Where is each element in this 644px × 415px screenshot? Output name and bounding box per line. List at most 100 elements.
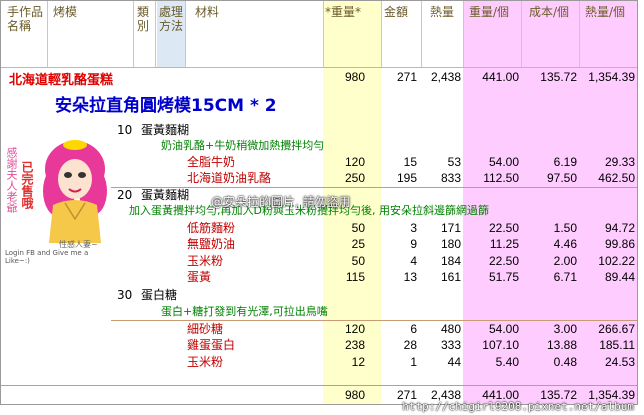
ingredient-calories-each: 185.11 — [599, 338, 635, 352]
ingredient-weight-each: 22.50 — [488, 221, 519, 235]
col-header-weight-each: 重量/個 — [469, 5, 510, 19]
ingredient-weight-each: 11.25 — [489, 237, 519, 251]
col-header-product: 手作品名稱 — [7, 5, 44, 33]
ingredient-amount: 6 — [410, 322, 417, 336]
product-row: 980 271 2,438 441.00 135.72 1,354.39 — [1, 69, 637, 85]
ingredient-weight: 12 — [351, 355, 365, 369]
step-note: 奶油乳酪+牛奶稍微加熱攪拌均勻 — [161, 139, 325, 152]
ingredient-calories: 180 — [440, 237, 461, 251]
product-amount: 271 — [396, 70, 417, 84]
ingredient-name: 無鹽奶油 — [187, 237, 236, 251]
col-header-amount: 金額 — [384, 5, 409, 19]
album-url: http://chigirl9208.pixnet.net/album — [402, 400, 634, 413]
col-header-calories: 熱量 — [430, 5, 455, 19]
sold-out-badge: 感謝夫人老爺 已完售哦 Login FB and Give me a Like~… — [1, 131, 111, 286]
ingredient-weight: 120 — [344, 155, 365, 169]
cartoon-avatar-icon — [43, 140, 107, 243]
col-header-cost-each: 成本/個 — [529, 5, 570, 19]
ingredient-weight: 115 — [345, 270, 365, 284]
ingredient-calories-each: 24.53 — [604, 355, 635, 369]
ingredient-amount: 28 — [403, 338, 417, 352]
total-weight: 980 — [344, 388, 365, 402]
mold-title: 安朵拉直角圓烤模15CM * 2 — [55, 96, 277, 116]
ingredient-weight-each: 112.50 — [483, 171, 519, 185]
ingredient-cost-each: 3.00 — [553, 322, 577, 336]
table-header: 手作品名稱 烤模 類別 處理方法 材料 *重量* 金額 熱量 重量/個 成本/個… — [1, 1, 637, 68]
ingredient-calories: 833 — [440, 171, 461, 185]
ingredient-calories: 44 — [447, 355, 461, 369]
ingredient-amount: 195 — [396, 171, 417, 185]
ingredient-weight: 238 — [344, 338, 365, 352]
col-header-mold: 烤模 — [53, 5, 78, 19]
ingredient-name: 細砂糖 — [187, 322, 224, 336]
ingredient-name: 北海道奶油乳酪 — [187, 171, 272, 185]
sold-out-text: 已完售哦 — [20, 161, 34, 209]
ingredient-row: 玉米粉 12 1 44 5.40 0.48 24.53 — [1, 354, 637, 370]
ingredient-weight-each: 54.00 — [488, 322, 519, 336]
ingredient-weight-each: 5.40 — [495, 355, 519, 369]
ingredient-amount: 1 — [410, 355, 417, 369]
ingredient-weight: 120 — [344, 322, 365, 336]
ingredient-weight: 250 — [344, 171, 365, 185]
ingredient-weight-each: 54.00 — [488, 155, 519, 169]
thanks-text: 感謝夫人老爺 — [5, 147, 18, 213]
ingredient-weight-each: 22.50 — [488, 254, 519, 268]
ingredient-weight: 50 — [351, 254, 365, 268]
ingredient-name: 玉米粉 — [187, 254, 224, 268]
product-calories-each: 1,354.39 — [588, 70, 635, 84]
ingredient-calories-each: 89.44 — [604, 270, 635, 284]
totals-divider — [1, 385, 637, 386]
ingredient-weight-each: 107.10 — [482, 338, 519, 352]
ingredient-cost-each: 0.48 — [553, 355, 577, 369]
step-number: 20 — [117, 188, 133, 202]
ingredient-cost-each: 6.71 — [553, 270, 577, 284]
ingredient-amount: 15 — [403, 155, 417, 169]
ingredient-calories-each: 462.50 — [598, 171, 635, 185]
step-note: 蛋白+糖打發到有光澤,可拉出鳥嘴 — [161, 305, 328, 318]
ingredient-amount: 9 — [410, 237, 417, 251]
ingredient-calories: 184 — [440, 254, 461, 268]
ingredient-name: 全脂牛奶 — [187, 155, 236, 169]
ingredient-cost-each: 1.50 — [553, 221, 577, 235]
step-row: 30 蛋白糖 — [1, 287, 637, 303]
step-name: 蛋黃麵糊 — [141, 188, 190, 202]
ingredient-amount: 4 — [410, 254, 417, 268]
ingredient-cost-each: 6.19 — [553, 155, 577, 169]
product-cost-each: 135.72 — [540, 70, 577, 84]
step-number: 30 — [117, 288, 133, 302]
ingredient-amount: 3 — [410, 221, 417, 235]
col-header-calories-each: 熱量/個 — [585, 5, 626, 19]
product-weight: 980 — [344, 70, 365, 84]
product-calories: 2,438 — [430, 70, 461, 84]
col-header-material: 材料 — [195, 5, 220, 19]
ingredient-calories: 480 — [440, 322, 461, 336]
badge-caption: Login FB and Give me a Like~:) — [5, 249, 89, 265]
ingredient-cost-each: 4.46 — [553, 237, 577, 251]
product-weight-each: 441.00 — [482, 70, 519, 84]
ingredient-calories-each: 102.22 — [598, 254, 635, 268]
ingredient-calories-each: 29.33 — [604, 155, 635, 169]
ingredient-weight: 25 — [351, 237, 365, 251]
ingredient-amount: 13 — [403, 270, 417, 284]
spreadsheet-screenshot: 手作品名稱 烤模 類別 處理方法 材料 *重量* 金額 熱量 重量/個 成本/個… — [0, 0, 638, 405]
step-note-row: 蛋白+糖打發到有光澤,可拉出鳥嘴 — [1, 304, 637, 320]
col-header-category: 類別 — [137, 5, 150, 33]
ingredient-name: 低筋麵粉 — [187, 221, 236, 235]
watermark-text: @安朵拉的圖片, 請勿盜用 — [211, 195, 351, 209]
ingredient-row: 雞蛋蛋白 238 28 333 107.10 13.88 185.11 — [1, 337, 637, 353]
ingredient-cost-each: 13.88 — [546, 338, 577, 352]
ingredient-calories: 53 — [447, 155, 461, 169]
col-header-weight: *重量* — [325, 5, 362, 19]
col-header-processing: 處理方法 — [159, 5, 184, 33]
ingredient-name: 蛋黃 — [187, 270, 212, 284]
ingredient-calories: 171 — [440, 221, 461, 235]
ingredient-cost-each: 2.00 — [553, 254, 577, 268]
step-name: 蛋黃麵糊 — [141, 123, 190, 137]
ingredient-calories: 333 — [440, 338, 461, 352]
step-name: 蛋白糖 — [141, 288, 178, 302]
ingredient-row: 細砂糖 120 6 480 54.00 3.00 266.67 — [1, 321, 637, 337]
ingredient-name: 雞蛋蛋白 — [187, 338, 236, 352]
ingredient-calories-each: 94.72 — [604, 221, 635, 235]
ingredient-weight-each: 51.75 — [488, 270, 519, 284]
badge-brand: 性感人妻~ — [59, 240, 98, 249]
